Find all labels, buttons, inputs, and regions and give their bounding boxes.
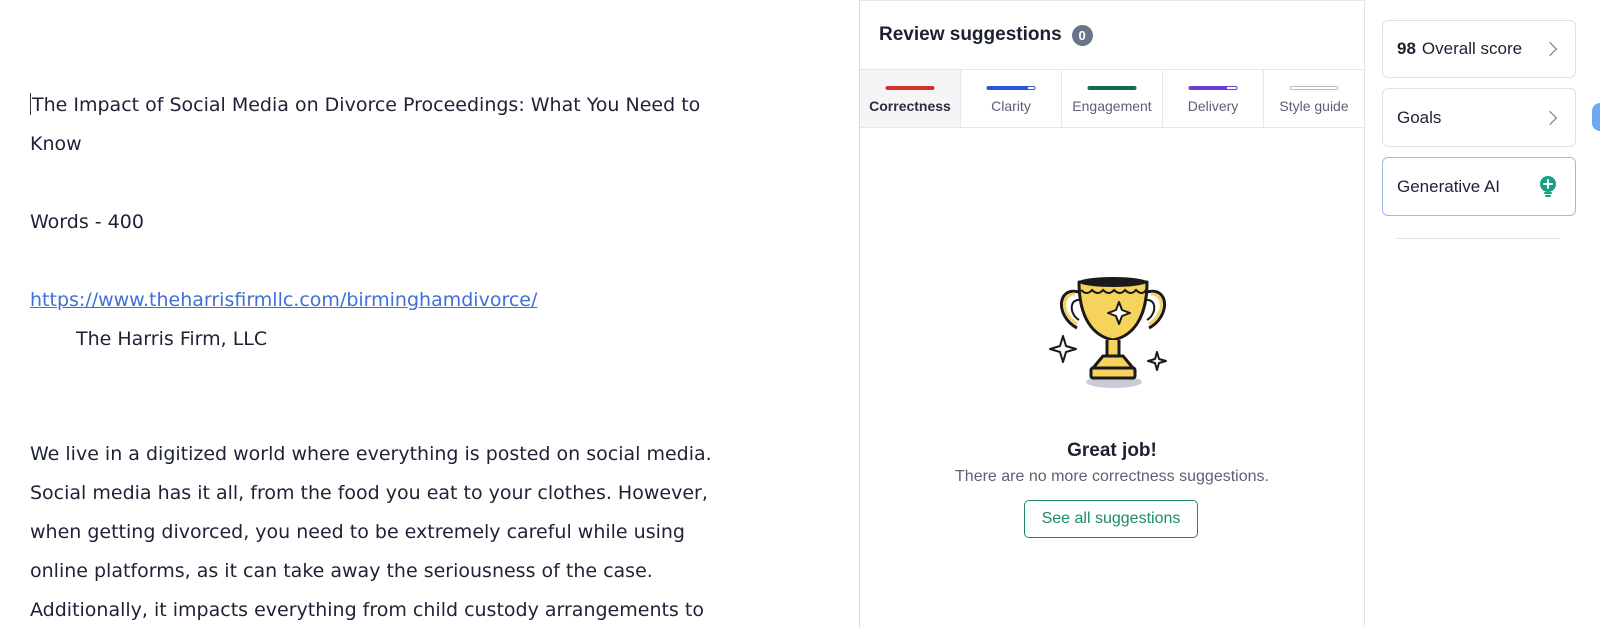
chevron-right-icon — [1542, 41, 1558, 57]
suggestion-count-badge: 0 — [1071, 24, 1093, 46]
panel-header: Review suggestions 0 — [860, 0, 1364, 70]
right-sidebar: 98 Overall score Goals Generative AI — [1364, 0, 1600, 627]
paragraph-line: Social media has it all, from the food y… — [30, 482, 708, 504]
generative-ai-card[interactable]: Generative AI — [1382, 157, 1576, 216]
see-all-suggestions-button[interactable]: See all suggestions — [1024, 500, 1198, 538]
tab-delivery[interactable]: Delivery — [1163, 70, 1264, 127]
sidebar-divider — [1396, 238, 1560, 239]
delivery-bar — [1188, 86, 1238, 90]
doc-title: The Impact of Social Media on Divorce Pr… — [30, 93, 701, 116]
paragraph-line: when getting divorced, you need to be ex… — [30, 521, 685, 543]
goals-label: Goals — [1397, 107, 1442, 127]
tab-style-guide[interactable]: Style guide — [1264, 70, 1364, 127]
paragraph-line: online platforms, as it can take away th… — [30, 560, 653, 582]
category-tabs: Correctness Clarity Engagement Delivery … — [860, 70, 1364, 128]
paragraph-line: We live in a digitized world where every… — [30, 443, 712, 465]
overall-score-value: 98 — [1397, 39, 1416, 58]
overall-score-label: Overall score — [1421, 39, 1523, 58]
doc-title-cont: Know — [30, 133, 82, 155]
firm-name: The Harris Firm, LLC — [76, 328, 268, 350]
correctness-bar — [885, 86, 935, 90]
lightbulb-plus-icon — [1540, 175, 1556, 197]
panel-title: Review suggestions — [879, 24, 1062, 45]
source-link[interactable]: https://www.theharrisfirmllc.com/birming… — [30, 289, 537, 311]
empty-state-text: There are no more correctness suggestion… — [955, 468, 1269, 485]
tab-engagement[interactable]: Engagement — [1062, 70, 1163, 127]
document-body[interactable]: The Impact of Social Media on Divorce Pr… — [30, 86, 750, 627]
word-count-note: Words - 400 — [30, 211, 144, 233]
review-suggestions-panel: Review suggestions 0 Correctness Clarity… — [859, 0, 1365, 627]
chevron-right-icon — [1542, 110, 1558, 125]
goals-card[interactable]: Goals — [1382, 88, 1576, 147]
tab-clarity[interactable]: Clarity — [961, 70, 1062, 127]
generative-ai-label: Generative AI — [1397, 176, 1501, 196]
overall-score-card[interactable]: 98 Overall score — [1382, 20, 1576, 78]
tab-correctness[interactable]: Correctness — [860, 70, 961, 127]
empty-state-title: Great job! — [1067, 440, 1157, 461]
trophy-icon — [1049, 277, 1167, 388]
engagement-bar — [1087, 86, 1137, 90]
document-editor[interactable]: The Impact of Social Media on Divorce Pr… — [0, 0, 858, 627]
clarity-bar — [986, 86, 1036, 90]
paragraph-line: Additionally, it impacts everything from… — [30, 599, 704, 621]
text-cursor — [30, 93, 31, 115]
style-guide-bar — [1289, 86, 1339, 90]
assistant-handle-icon[interactable] — [1592, 103, 1600, 131]
